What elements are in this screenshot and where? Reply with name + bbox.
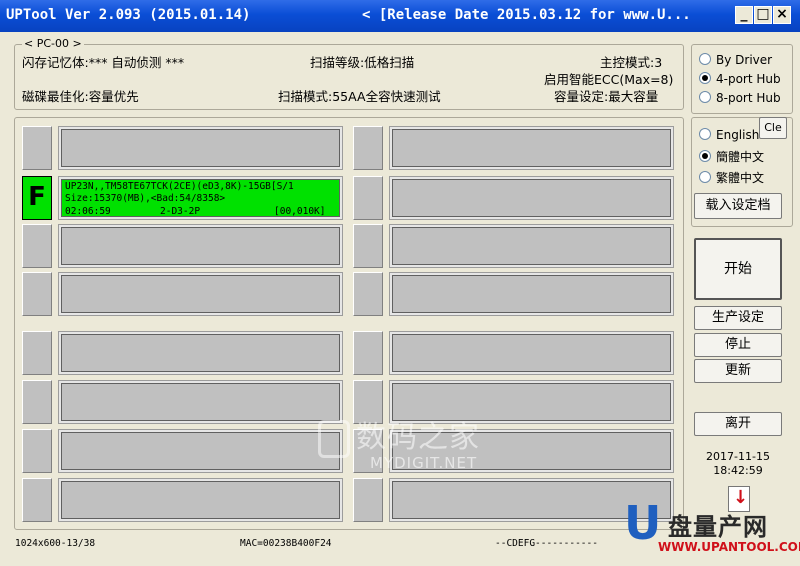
port-2-line1: UP23N,,TM58TE67TCK(2CE)(eD3,8K)-15GB[S/1 <box>65 181 294 192</box>
radio-icon <box>699 91 711 103</box>
radio-english[interactable]: English <box>699 128 759 142</box>
port-1-slot[interactable] <box>58 126 343 170</box>
radio-4-port-hub[interactable]: 4-port Hub <box>699 72 781 86</box>
radio-selected-icon <box>699 150 711 162</box>
clock-time: 18:42:59 <box>713 464 763 477</box>
uptool-window: UPTool Ver 2.093 (2015.01.14) < [Release… <box>0 0 800 566</box>
scan-level-label: 扫描等级:低格扫描 <box>310 55 415 70</box>
status-resolution: 1024x600-13/38 <box>15 538 96 549</box>
port-9-index <box>353 126 383 170</box>
maximize-button[interactable]: □ <box>754 6 772 24</box>
title-bar[interactable]: UPTool Ver 2.093 (2015.01.14) < [Release… <box>0 0 800 32</box>
site-logo-text: 盘量产网 <box>668 513 768 541</box>
optimize-label: 磁碟最佳化:容量优先 <box>22 89 139 104</box>
port-13-slot[interactable] <box>389 331 674 375</box>
port-3-slot[interactable] <box>58 224 343 268</box>
site-url: WWW.UPANTOOL.COM <box>658 540 800 554</box>
flash-detect-label: 闪存记忆体:*** 自动侦测 *** <box>22 55 185 70</box>
radio-traditional-chinese[interactable]: 繁體中文 <box>699 169 764 186</box>
port-16-index <box>353 478 383 522</box>
exit-button[interactable]: 离开 <box>694 412 782 436</box>
close-button[interactable]: × <box>773 6 791 24</box>
port-2-index: F <box>22 176 52 220</box>
radio-icon <box>699 128 711 140</box>
port-2-status: F <box>28 182 46 212</box>
port-11-index <box>353 224 383 268</box>
load-config-button[interactable]: 载入设定档 <box>694 193 782 219</box>
watermark-cn: 数码之家 <box>356 420 480 455</box>
stop-button[interactable]: 停止 <box>694 333 782 357</box>
upantool-u-logo-icon: U <box>624 496 662 550</box>
port-10-slot[interactable] <box>389 176 674 220</box>
port-4-slot[interactable] <box>58 272 343 316</box>
port-11-slot[interactable] <box>389 224 674 268</box>
port-6-index <box>22 380 52 424</box>
port-2-progress: [00,010K] <box>274 206 326 217</box>
port-3-index <box>22 224 52 268</box>
port-8-slot[interactable] <box>58 478 343 522</box>
port-5-slot[interactable] <box>58 331 343 375</box>
port-13-index <box>353 331 383 375</box>
radio-8-port-hub[interactable]: 8-port Hub <box>699 91 781 105</box>
port-7-index <box>22 429 52 473</box>
port-4-index <box>22 272 52 316</box>
port-2-mode: 2-D3-2P <box>160 206 201 217</box>
release-info: < [Release Date 2015.03.12 for www.U... <box>362 7 691 23</box>
port-9-slot[interactable] <box>389 126 674 170</box>
mydigit-logo-icon <box>318 420 350 458</box>
start-button[interactable]: 开始 <box>694 238 782 300</box>
pc-label: < PC-00 > <box>22 37 84 50</box>
radio-simplified-chinese[interactable]: 簡體中文 <box>699 148 764 165</box>
radio-selected-icon <box>699 72 711 84</box>
port-2-slot[interactable]: UP23N,,TM58TE67TCK(2CE)(eD3,8K)-15GB[S/1… <box>58 176 343 220</box>
radio-icon <box>699 171 711 183</box>
port-2-time: 02:06:59 <box>65 206 111 217</box>
port-8-index <box>22 478 52 522</box>
radio-by-driver[interactable]: By Driver <box>699 53 772 67</box>
status-mac: MAC=00238B400F24 <box>240 538 332 549</box>
clock-date: 2017-11-15 <box>706 450 770 463</box>
port-12-index <box>353 272 383 316</box>
refresh-button[interactable]: 更新 <box>694 359 782 383</box>
port-6-slot[interactable] <box>58 380 343 424</box>
scan-mode-label: 扫描模式:55AA全容快速测试 <box>278 89 441 104</box>
capacity-label: 容量设定:最大容量 <box>554 89 659 104</box>
status-drives: --CDEFG----------- <box>495 538 598 549</box>
port-5-index <box>22 331 52 375</box>
minimize-button[interactable]: _ <box>735 6 753 24</box>
port-1-index <box>22 126 52 170</box>
window-title: UPTool Ver 2.093 (2015.01.14) <box>6 7 251 23</box>
port-7-slot[interactable] <box>58 429 343 473</box>
clear-button[interactable]: Cle <box>759 117 787 139</box>
port-2-line2: Size:15370(MB),<Bad:54/8358> <box>65 193 226 204</box>
production-settings-button[interactable]: 生产设定 <box>694 306 782 330</box>
watermark-en: MYDIGIT.NET <box>370 454 478 472</box>
port-10-index <box>353 176 383 220</box>
port-12-slot[interactable] <box>389 272 674 316</box>
radio-icon <box>699 53 711 65</box>
